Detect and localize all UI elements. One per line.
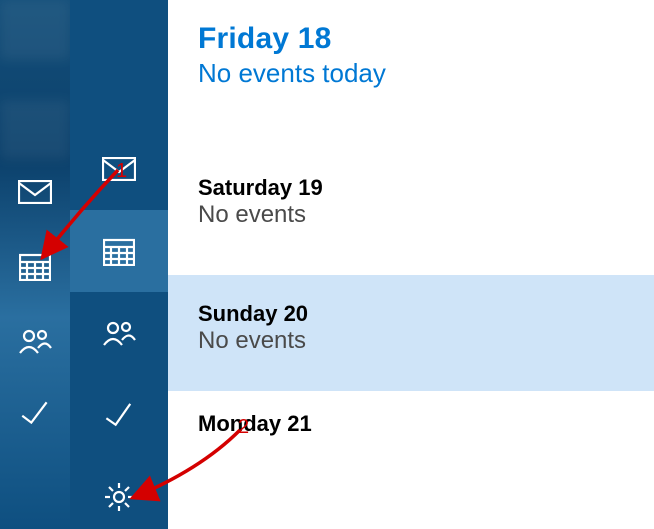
day-title: Monday 21 — [198, 411, 624, 437]
people-icon — [18, 328, 52, 354]
annotation-label-1: 1 — [116, 160, 127, 183]
calendar-icon — [103, 236, 135, 266]
agenda-day-today[interactable]: Friday 18 No events today — [168, 0, 654, 105]
agenda-day-saturday[interactable]: Saturday 19 No events — [168, 161, 654, 245]
rail1-calendar-button[interactable] — [19, 251, 51, 286]
people-icon — [102, 320, 136, 346]
rail1-mail-button[interactable] — [18, 180, 52, 209]
sidebar-todo-button[interactable] — [70, 374, 168, 456]
agenda-list: Friday 18 No events today Saturday 19 No… — [168, 0, 654, 529]
sidebar-people-button[interactable] — [70, 292, 168, 374]
day-subtitle: No events — [198, 327, 624, 355]
day-subtitle: No events today — [198, 58, 624, 89]
app-sidebar — [70, 0, 168, 529]
day-subtitle: No events — [198, 201, 624, 229]
todo-icon — [19, 401, 51, 425]
day-title: Friday 18 — [198, 22, 624, 56]
settings-icon — [104, 482, 134, 512]
narrow-app-rail — [0, 0, 70, 529]
mail-icon — [18, 180, 52, 204]
calendar-icon — [19, 251, 51, 281]
day-title: Sunday 20 — [198, 301, 624, 327]
annotation-label-2: 2 — [238, 416, 249, 439]
sidebar-calendar-button[interactable] — [70, 210, 168, 292]
sidebar-settings-button[interactable] — [70, 456, 168, 529]
agenda-day-sunday-selected[interactable]: Sunday 20 No events — [168, 275, 654, 391]
rail1-todo-button[interactable] — [19, 401, 51, 430]
rail1-people-button[interactable] — [18, 328, 52, 359]
day-title: Saturday 19 — [198, 175, 624, 201]
todo-icon — [102, 402, 136, 428]
